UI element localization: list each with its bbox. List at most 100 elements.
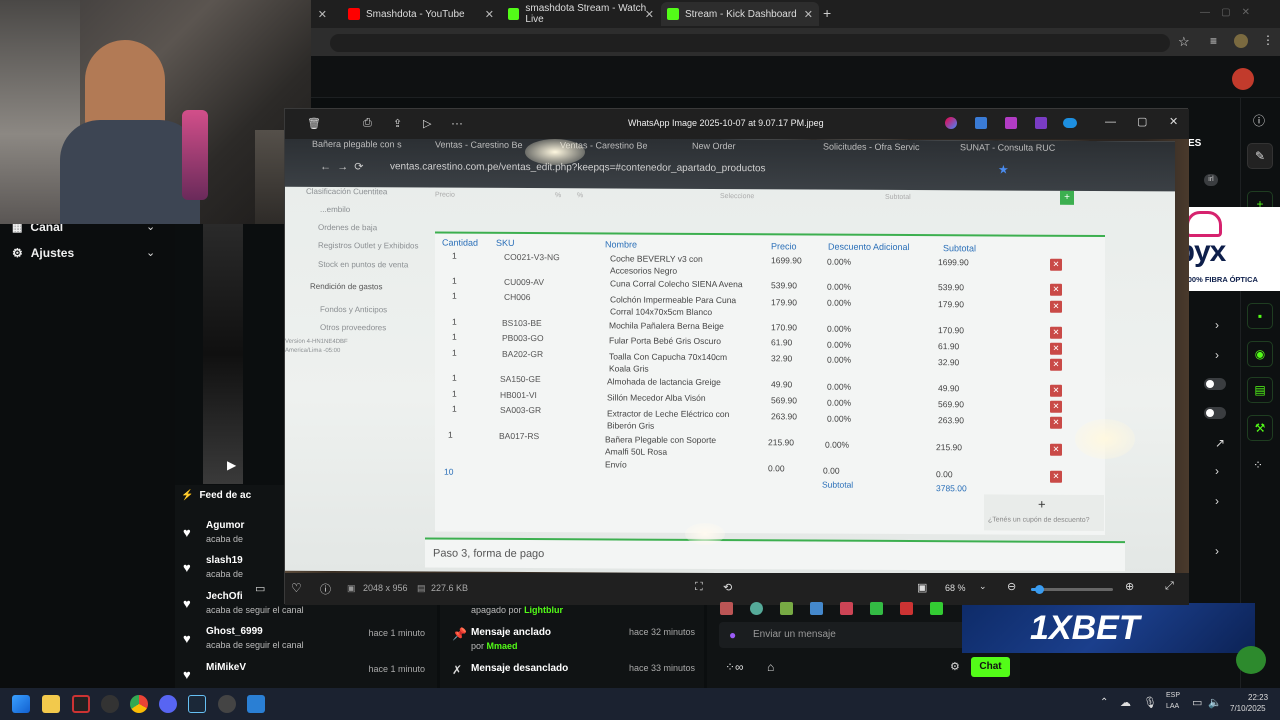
- close-icon[interactable]: ✕: [485, 8, 494, 21]
- emote-icon[interactable]: [810, 602, 823, 615]
- zoom-out-icon[interactable]: ⊖: [1007, 580, 1016, 593]
- zoom-in-icon[interactable]: ⊕: [1125, 580, 1134, 593]
- clock-time[interactable]: 22:23: [1248, 693, 1268, 702]
- emote-icon[interactable]: [720, 602, 733, 615]
- media-player-icon[interactable]: [218, 695, 236, 713]
- heart-icon[interactable]: ♡: [291, 581, 302, 595]
- emote-icon[interactable]: [870, 602, 883, 615]
- info-icon[interactable]: ⓘ: [320, 581, 331, 597]
- row-discount: 0.00%: [827, 413, 852, 424]
- chevron-down-icon[interactable]: ⌄: [146, 246, 155, 259]
- gear-icon[interactable]: ⚙: [950, 660, 960, 673]
- microphone-icon[interactable]: 🎙: [1143, 696, 1157, 709]
- close-icon[interactable]: ✕: [804, 8, 813, 21]
- onedrive-icon[interactable]: [1063, 118, 1077, 128]
- chat-icon[interactable]: ▪: [1247, 303, 1273, 329]
- tab-youtube[interactable]: Smashdota - YouTube ✕: [342, 2, 500, 26]
- chevron-right-icon[interactable]: ›: [1215, 318, 1219, 332]
- toggle-switch[interactable]: [1204, 378, 1226, 390]
- edit-image-icon[interactable]: [975, 117, 987, 129]
- emote-icon[interactable]: [780, 602, 793, 615]
- window-controls-icon[interactable]: — ▢ ✕: [1200, 7, 1250, 18]
- feed-username[interactable]: slash19: [206, 555, 243, 566]
- play-icon[interactable]: ▶: [227, 458, 236, 472]
- chevron-up-icon[interactable]: ⌃: [1100, 697, 1108, 708]
- slideshow-icon[interactable]: ▷: [423, 117, 431, 130]
- chevron-right-icon[interactable]: ›: [1215, 464, 1219, 478]
- designer-icon[interactable]: [1005, 117, 1017, 129]
- row-qty: 1: [452, 347, 457, 358]
- close-icon[interactable]: ✕: [318, 8, 327, 21]
- emote-icon[interactable]: ⁘∞: [725, 660, 744, 674]
- reading-list-icon[interactable]: ≡: [1210, 34, 1217, 48]
- irl-toggle[interactable]: irl: [1204, 174, 1218, 186]
- tab-kick-dashboard[interactable]: Stream - Kick Dashboard ✕: [661, 2, 819, 26]
- delete-icon[interactable]: 🗑: [307, 117, 321, 130]
- filmstrip-icon[interactable]: ▭: [255, 582, 265, 595]
- external-link-icon[interactable]: ↗: [1215, 436, 1225, 450]
- feed-username[interactable]: JechOfi: [206, 591, 243, 602]
- print-icon[interactable]: ⎙: [363, 117, 372, 130]
- share-icon[interactable]: ⇪: [393, 117, 402, 130]
- feed-username[interactable]: Ghost_6999: [206, 626, 263, 637]
- feed-username[interactable]: MiMikeV: [206, 662, 246, 673]
- feed-username[interactable]: Agumor: [206, 520, 244, 531]
- minimize-icon[interactable]: —: [1105, 116, 1116, 128]
- toggle-switch[interactable]: [1204, 407, 1226, 419]
- activity-top-user[interactable]: Lightblur: [524, 605, 563, 615]
- emote-icon[interactable]: [930, 602, 943, 615]
- cloud-icon[interactable]: ☁: [1120, 696, 1131, 709]
- zoom-slider-thumb[interactable]: [1035, 585, 1045, 594]
- sidebar-item-ajustes[interactable]: ⚙ Ajustes: [12, 246, 74, 260]
- info-icon[interactable]: ⓘ: [1253, 112, 1265, 129]
- chevron-down-icon[interactable]: ⌄: [979, 581, 987, 592]
- emote-icon[interactable]: [900, 602, 913, 615]
- photos-icon[interactable]: [247, 695, 265, 713]
- url-field[interactable]: [330, 34, 1170, 52]
- bookmark-star-icon[interactable]: ☆: [1178, 34, 1190, 50]
- row-price: 263.90: [771, 411, 797, 422]
- chrome-icon[interactable]: [130, 695, 148, 713]
- store-icon[interactable]: ⌂: [767, 660, 774, 674]
- discord-icon[interactable]: [159, 695, 177, 713]
- profile-avatar[interactable]: [1234, 34, 1248, 48]
- clipchamp-icon[interactable]: [1035, 117, 1047, 129]
- rotate-icon[interactable]: ⟲: [723, 581, 732, 594]
- close-icon[interactable]: ✕: [1169, 115, 1178, 128]
- chevron-right-icon[interactable]: ›: [1215, 494, 1219, 508]
- edit-icon[interactable]: ✎: [1247, 143, 1273, 169]
- obs-icon[interactable]: [101, 695, 119, 713]
- volume-icon[interactable]: 🔈: [1208, 696, 1222, 709]
- emote-icon[interactable]: [840, 602, 853, 615]
- new-tab-button[interactable]: +: [823, 5, 831, 21]
- steam-icon[interactable]: [188, 695, 206, 713]
- user-avatar[interactable]: [1232, 68, 1254, 90]
- zoom-level[interactable]: 68 %: [945, 583, 966, 593]
- zoom-slider-track[interactable]: [1031, 585, 1113, 594]
- chat-send-button[interactable]: Chat: [971, 657, 1010, 677]
- wrench-icon[interactable]: ⚒: [1247, 415, 1273, 441]
- crop-icon[interactable]: ⛶: [695, 581, 703, 594]
- tab-kick-stream[interactable]: smashdota Stream - Watch Live ✕: [502, 2, 660, 26]
- activity-by-user[interactable]: Mmaed: [487, 641, 518, 651]
- chevron-right-icon[interactable]: ›: [1215, 348, 1219, 362]
- close-icon[interactable]: ✕: [645, 8, 654, 21]
- maximize-icon[interactable]: ▢: [1137, 115, 1147, 128]
- layout-icon[interactable]: ▤: [1247, 377, 1273, 403]
- app-icon[interactable]: [72, 695, 90, 713]
- tab-partial[interactable]: ✕: [311, 2, 333, 26]
- network-icon[interactable]: ▭: [1192, 696, 1202, 709]
- copilot-icon[interactable]: [945, 117, 957, 129]
- nodes-icon[interactable]: ⁘: [1253, 458, 1263, 472]
- browser-menu-icon[interactable]: ⋮: [1262, 33, 1274, 47]
- chevron-right-icon[interactable]: ›: [1215, 544, 1219, 558]
- file-explorer-icon[interactable]: [42, 695, 60, 713]
- clock-date[interactable]: 7/10/2025: [1230, 704, 1266, 713]
- emote-icon[interactable]: [750, 602, 763, 615]
- fit-icon[interactable]: ▣: [917, 581, 927, 594]
- fullscreen-icon[interactable]: ⤢: [1165, 580, 1174, 593]
- broadcast-icon[interactable]: ◉: [1247, 341, 1273, 367]
- more-icon[interactable]: ···: [451, 116, 463, 130]
- windows-start-icon[interactable]: [12, 695, 30, 713]
- language-indicator[interactable]: ESP: [1166, 692, 1180, 699]
